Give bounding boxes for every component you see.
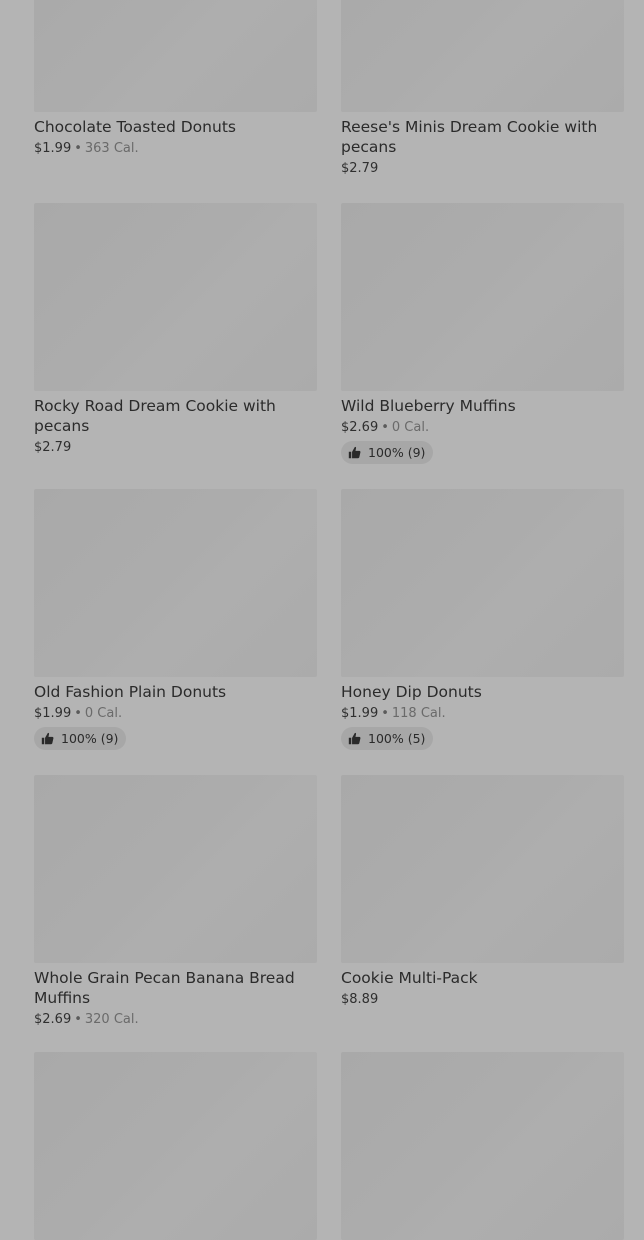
item-name: Chocolate Toasted Donuts bbox=[34, 118, 236, 136]
item-image[interactable] bbox=[341, 1052, 624, 1240]
item-name: Reese's Minis Dream Cookie with pecans bbox=[341, 118, 598, 156]
item-calories: 0 Cal. bbox=[84, 706, 123, 721]
rating-text: 100% (9) bbox=[61, 731, 119, 746]
item-price: $2.69 bbox=[341, 420, 379, 435]
rating-text: 100% (5) bbox=[368, 731, 426, 746]
menu-item-card[interactable]: Wild Blueberry Muffins $2.69 • 0 Cal. 100%… bbox=[341, 203, 624, 464]
item-price: $1.99 bbox=[341, 706, 379, 721]
menu-item-card[interactable]: Chocolate Toasted Donuts $1.99 • 363 Cal. bbox=[34, 0, 317, 157]
menu-item-card[interactable] bbox=[341, 1052, 624, 1240]
item-meta: $8.89 bbox=[341, 991, 624, 1008]
menu-item-card[interactable]: Reese's Minis Dream Cookie with pecans $… bbox=[341, 0, 624, 177]
rating-badge: 100% (9) bbox=[34, 727, 127, 750]
item-image[interactable] bbox=[341, 203, 624, 391]
item-image[interactable] bbox=[34, 203, 317, 391]
item-calories: 118 Cal. bbox=[391, 706, 446, 721]
thumbs-up-icon bbox=[41, 732, 54, 745]
rating-text: 100% (9) bbox=[368, 445, 426, 460]
item-price: $1.99 bbox=[34, 141, 72, 156]
item-image[interactable] bbox=[34, 489, 317, 677]
item-image[interactable] bbox=[34, 775, 317, 963]
rating-badge: 100% (9) bbox=[341, 441, 434, 464]
item-name: Cookie Multi-Pack bbox=[341, 969, 478, 987]
meta-separator: • bbox=[381, 706, 389, 721]
item-price: $2.79 bbox=[34, 440, 72, 455]
meta-separator: • bbox=[74, 1012, 82, 1027]
thumbs-up-icon bbox=[348, 732, 361, 745]
item-image[interactable] bbox=[34, 0, 317, 112]
item-calories: 320 Cal. bbox=[84, 1012, 139, 1027]
item-price: $1.99 bbox=[34, 706, 72, 721]
item-calories: 363 Cal. bbox=[84, 141, 139, 156]
item-meta: $2.79 bbox=[34, 439, 317, 456]
rating-badge: 100% (5) bbox=[341, 727, 434, 750]
menu-item-card[interactable]: Cookie Multi-Pack $8.89 bbox=[341, 775, 624, 1008]
item-image[interactable] bbox=[341, 489, 624, 677]
menu-item-card[interactable]: Old Fashion Plain Donuts $1.99 • 0 Cal. 10… bbox=[34, 489, 317, 750]
item-name: Honey Dip Donuts bbox=[341, 683, 482, 701]
meta-separator: • bbox=[74, 706, 82, 721]
item-image[interactable] bbox=[341, 0, 624, 112]
item-name: Wild Blueberry Muffins bbox=[341, 397, 516, 415]
menu-item-card[interactable]: Whole Grain Pecan Banana Bread Muffins $… bbox=[34, 775, 317, 1028]
item-meta: $1.99 • 118 Cal. bbox=[341, 705, 624, 722]
item-meta: $2.69 • 320 Cal. bbox=[34, 1011, 317, 1028]
item-name: Rocky Road Dream Cookie with pecans bbox=[34, 397, 276, 435]
item-name: Old Fashion Plain Donuts bbox=[34, 683, 227, 701]
menu-item-card[interactable]: Honey Dip Donuts $1.99 • 118 Cal. 100% (5) bbox=[341, 489, 624, 750]
item-meta: $2.79 bbox=[341, 160, 624, 177]
menu-item-card[interactable]: Rocky Road Dream Cookie with pecans $2.7… bbox=[34, 203, 317, 456]
thumbs-up-icon bbox=[348, 446, 361, 459]
item-image[interactable] bbox=[341, 775, 624, 963]
item-calories: 0 Cal. bbox=[391, 420, 430, 435]
meta-separator: • bbox=[381, 420, 389, 435]
item-image[interactable] bbox=[34, 1052, 317, 1240]
item-name: Whole Grain Pecan Banana Bread Muffins bbox=[34, 969, 295, 1007]
item-meta: $1.99 • 363 Cal. bbox=[34, 140, 317, 157]
item-price: $8.89 bbox=[341, 992, 379, 1007]
meta-separator: • bbox=[74, 141, 82, 156]
menu-item-card[interactable] bbox=[34, 1052, 317, 1240]
item-meta: $1.99 • 0 Cal. bbox=[34, 705, 317, 722]
item-price: $2.79 bbox=[341, 161, 379, 176]
item-meta: $2.69 • 0 Cal. bbox=[341, 419, 624, 436]
item-price: $2.69 bbox=[34, 1012, 72, 1027]
